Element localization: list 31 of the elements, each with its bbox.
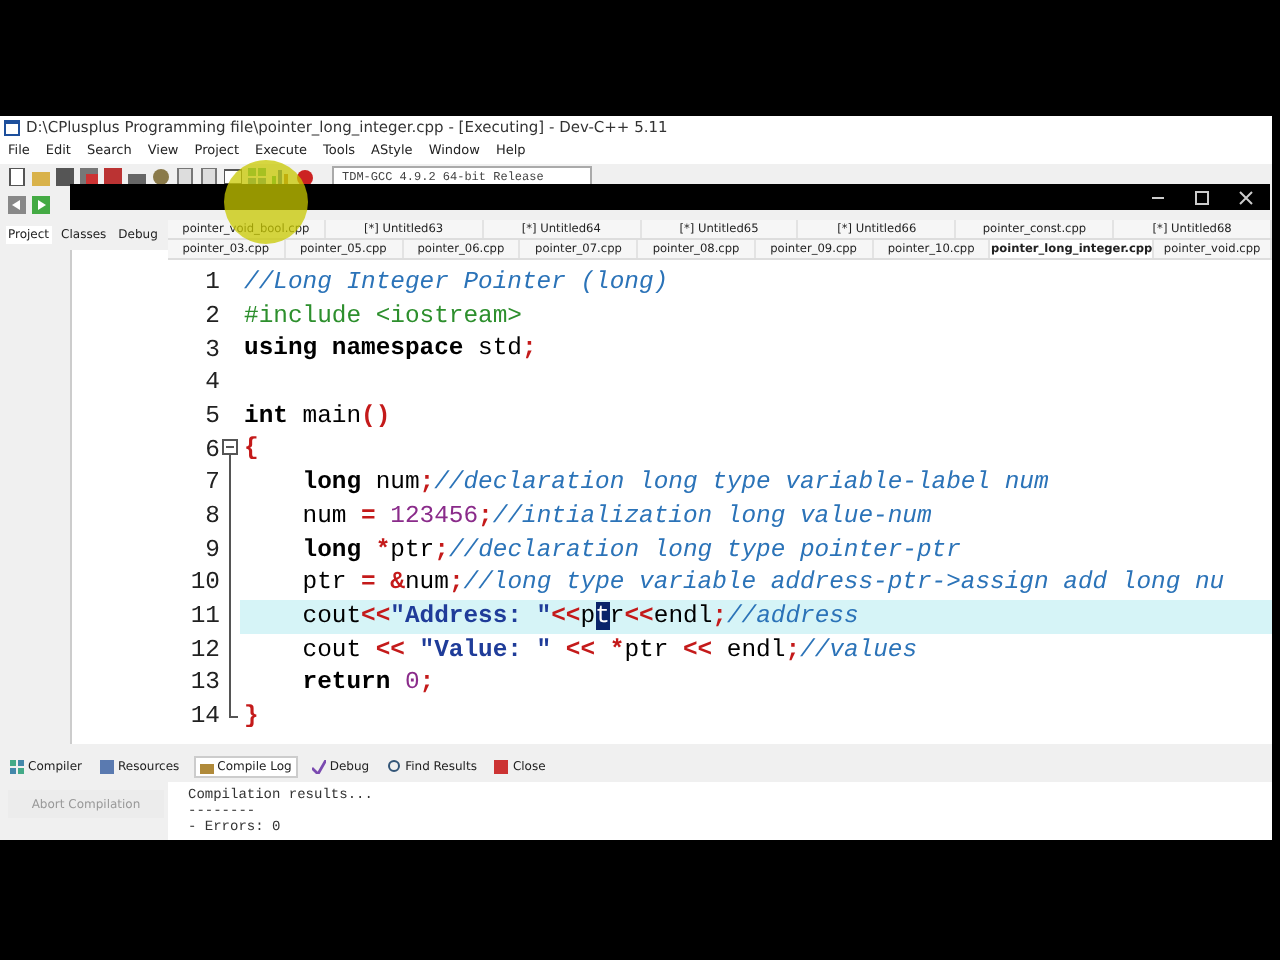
line-number: 6: [203, 433, 220, 468]
line-number: 9: [203, 533, 220, 568]
code-line: return 0;: [300, 666, 437, 700]
code-line: cout << "Value: " << *ptr << endl;//values: [300, 633, 920, 667]
grid-icon: [10, 760, 24, 774]
code-line: }: [242, 699, 261, 734]
line-number: 11: [188, 600, 220, 635]
check-icon: [311, 760, 326, 774]
code-line: num = 123456;//intialization long value-num: [300, 499, 934, 533]
code-line: long *ptr;//declaration long type pointer-ptr: [300, 533, 963, 567]
line-number: 2: [203, 299, 220, 334]
code-line: using namespace std;: [242, 332, 539, 367]
code-line: ptr = &num;//long type variable address-ptr->assign add long nu: [300, 566, 1227, 600]
line-number: 5: [203, 399, 220, 434]
code-line: long num;//declaration long type variable-label num: [300, 466, 1051, 500]
line-number: 12: [188, 633, 220, 668]
line-number: 8: [203, 500, 220, 535]
maximize-icon[interactable]: [1194, 189, 1210, 205]
line-number: 14: [188, 700, 220, 735]
forward-icon[interactable]: [32, 195, 50, 213]
code-line: //Long Integer Pointer (long): [242, 266, 671, 300]
code-line: {: [242, 432, 261, 467]
code-line: int main(): [242, 399, 393, 433]
line-number: 13: [188, 666, 220, 701]
line-number: 4: [203, 366, 220, 401]
line-number: 7: [203, 466, 220, 501]
line-number: 10: [188, 566, 220, 601]
line-number: 1: [203, 266, 220, 301]
code-line: #include <iostream>: [242, 299, 524, 333]
line-number: 3: [203, 333, 220, 368]
back-icon[interactable]: [8, 195, 26, 213]
